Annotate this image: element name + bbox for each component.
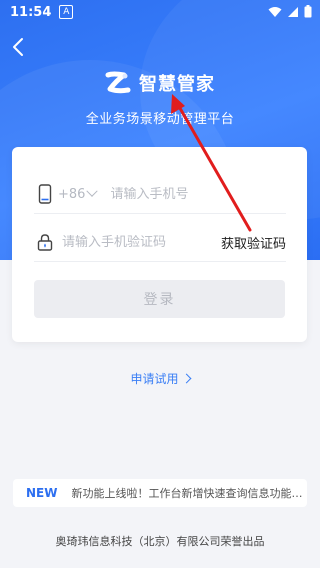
status-time: 11:54 xyxy=(10,4,52,20)
country-code: +86 xyxy=(58,186,86,202)
footer-copyright: 奥琦玮信息科技（北京）有限公司荣誉出品 xyxy=(55,535,265,548)
phone-row: +86 xyxy=(34,175,286,214)
app-subtitle: 全业务场景移动管理平台 xyxy=(85,112,235,127)
code-row: 获取验证码 xyxy=(34,223,286,262)
verification-code-input[interactable] xyxy=(62,234,202,250)
signal-icon xyxy=(288,6,298,17)
apply-trial-label: 申请试用 xyxy=(130,372,179,386)
battery-icon xyxy=(304,5,312,18)
app-name: 智慧管家 xyxy=(139,74,215,95)
get-code-button[interactable]: 获取验证码 xyxy=(221,233,286,252)
new-badge: NEW xyxy=(26,486,58,500)
phone-icon xyxy=(34,183,56,205)
app-logo-icon xyxy=(105,71,131,94)
app-brand: 智慧管家 xyxy=(0,70,320,96)
login-button[interactable]: 登录 xyxy=(34,280,285,318)
notification-icon: A xyxy=(59,5,74,19)
back-arrow-icon[interactable] xyxy=(10,36,28,58)
login-card: +86 获取验证码 登录 xyxy=(12,147,307,342)
apply-trial-link[interactable]: 申请试用 xyxy=(0,370,320,387)
chevron-right-icon xyxy=(181,373,191,384)
phone-input[interactable] xyxy=(110,186,261,202)
announcement-bar[interactable]: NEW 新功能上线啦！工作台新增快速查询信息功能，可... xyxy=(13,479,307,507)
status-icons xyxy=(268,5,312,18)
chevron-down-icon xyxy=(86,185,99,197)
lock-icon xyxy=(34,231,56,253)
status-bar: 11:54 A xyxy=(0,0,320,24)
announcement-text: 新功能上线啦！工作台新增快速查询信息功能，可... xyxy=(71,487,307,500)
wifi-icon xyxy=(268,6,282,17)
country-code-select[interactable]: +86 xyxy=(58,185,99,202)
